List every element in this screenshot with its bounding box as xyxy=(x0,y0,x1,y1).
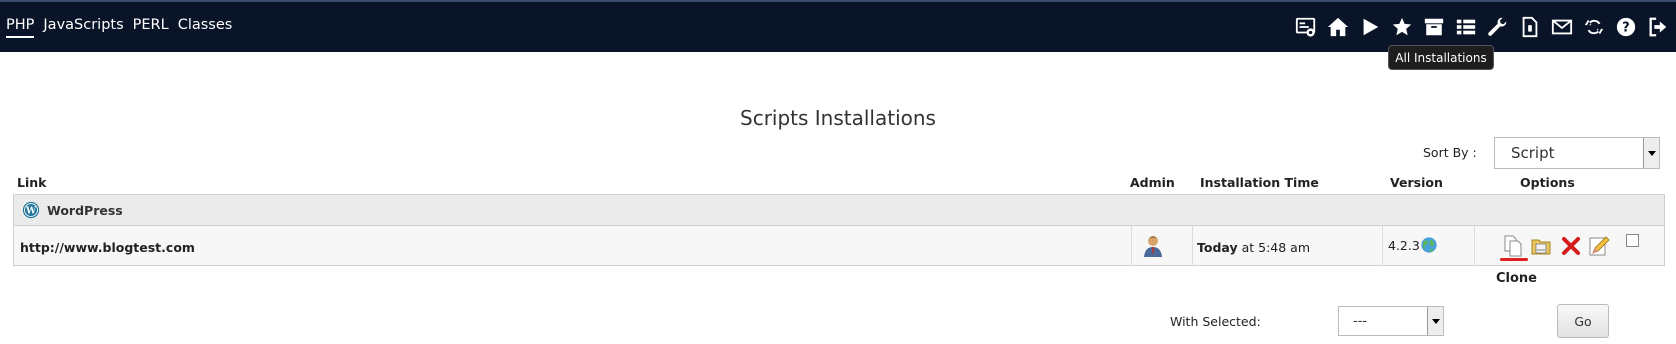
cell-divider xyxy=(1382,226,1383,265)
tab-javascripts[interactable]: JavaScripts xyxy=(43,17,123,38)
clone-label: Clone xyxy=(1496,271,1537,286)
admin-user-icon[interactable] xyxy=(1141,234,1165,258)
home-icon[interactable] xyxy=(1326,15,1350,39)
select-installation-checkbox[interactable] xyxy=(1626,234,1639,247)
version-number: 4.2.3 xyxy=(1388,238,1420,253)
wordpress-icon: W xyxy=(22,201,40,219)
chevron-down-icon[interactable] xyxy=(1643,138,1659,168)
cell-divider xyxy=(1192,226,1193,265)
globe-icon[interactable] xyxy=(1420,236,1438,254)
sort-by-select[interactable]: Script xyxy=(1494,137,1660,169)
installation-time-rest: at 5:48 am xyxy=(1237,240,1310,255)
backup-icon[interactable] xyxy=(1530,234,1552,258)
cell-divider xyxy=(1131,226,1132,265)
archive-icon[interactable] xyxy=(1422,15,1446,39)
play-icon[interactable] xyxy=(1358,15,1382,39)
installation-day: Today xyxy=(1197,240,1238,255)
dashboard-icon[interactable] xyxy=(1294,15,1318,39)
star-icon[interactable] xyxy=(1390,15,1414,39)
script-group-row: W WordPress xyxy=(13,194,1665,226)
installation-link[interactable]: http://www.blogtest.com xyxy=(20,240,195,255)
column-header-options: Options xyxy=(1520,175,1575,190)
file-icon[interactable] xyxy=(1518,15,1542,39)
clone-highlight xyxy=(1500,258,1528,261)
column-header-installation-time: Installation Time xyxy=(1200,175,1319,190)
script-group-name: WordPress xyxy=(47,203,123,218)
clone-icon[interactable] xyxy=(1502,234,1524,258)
logout-icon[interactable] xyxy=(1646,15,1670,39)
column-header-version: Version xyxy=(1390,175,1443,190)
sort-by-label: Sort By : xyxy=(1423,145,1477,160)
svg-text:?: ? xyxy=(1622,21,1629,36)
wrench-icon[interactable] xyxy=(1486,15,1510,39)
refresh-icon[interactable] xyxy=(1582,15,1606,39)
go-button[interactable]: Go xyxy=(1557,304,1609,338)
with-selected-select[interactable]: --- xyxy=(1338,306,1444,336)
tab-perl[interactable]: PERL xyxy=(133,17,169,38)
mail-icon[interactable] xyxy=(1550,15,1574,39)
chevron-down-icon[interactable] xyxy=(1427,307,1443,335)
svg-text:W: W xyxy=(25,207,37,217)
toolbar-icons: ? xyxy=(1294,15,1670,39)
script-category-tabs: PHP JavaScripts PERL Classes xyxy=(6,17,232,38)
cell-divider xyxy=(1474,226,1475,265)
tooltip-all-installations: All Installations xyxy=(1388,45,1494,70)
remove-icon[interactable] xyxy=(1560,234,1582,258)
with-selected-label: With Selected: xyxy=(1170,314,1261,329)
help-icon[interactable]: ? xyxy=(1614,15,1638,39)
list-icon[interactable] xyxy=(1454,15,1478,39)
tab-php[interactable]: PHP xyxy=(6,17,35,38)
edit-icon[interactable] xyxy=(1588,234,1610,258)
with-selected-value: --- xyxy=(1353,313,1368,329)
installation-time: Today at 5:48 am xyxy=(1197,240,1310,255)
sort-by-value: Script xyxy=(1511,144,1555,162)
column-header-link: Link xyxy=(17,175,47,190)
column-header-admin: Admin xyxy=(1130,175,1175,190)
table-row: http://www.blogtest.com Today at 5:48 am… xyxy=(13,226,1665,266)
page-title: Scripts Installations xyxy=(740,106,936,130)
tab-classes[interactable]: Classes xyxy=(178,17,233,38)
